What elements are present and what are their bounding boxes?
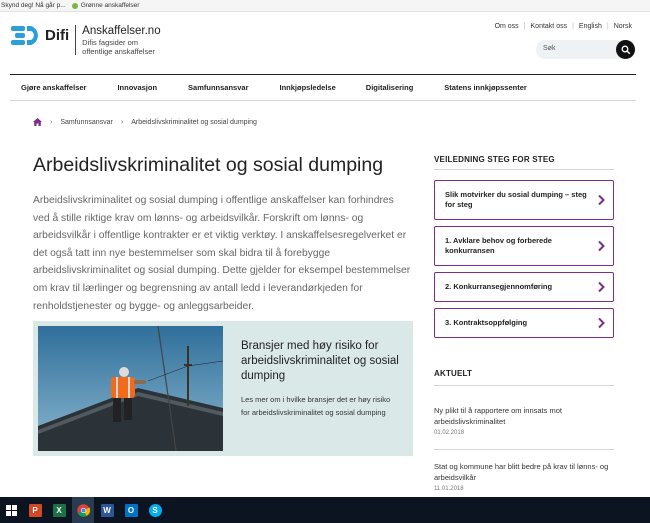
nav-innkjopsledelse[interactable]: Innkjøpsledelse [280,83,336,92]
site-identity: Anskaffelser.no Difis fagsider om offent… [82,25,160,56]
page-title: Arbeidslivskriminalitet og sosial dumpin… [33,154,384,176]
outlook-icon[interactable]: O [120,497,142,523]
brand-name: Difi [45,27,70,44]
logo-divider [75,25,77,55]
guide-step-overview[interactable]: Slik motvirker du sosial dumping – steg … [434,180,614,220]
breadcrumb-chevron-icon: › [50,118,53,126]
chevron-right-icon [598,194,605,206]
chevron-right-icon [598,317,605,329]
worker-on-roof-photo [38,326,223,451]
news-item[interactable]: Ny plikt til å rapportere om innsats mot… [434,405,614,436]
feature-card[interactable]: Bransjer med høy risiko for arbeidslivsk… [33,321,413,456]
feature-title[interactable]: Bransjer med høy risiko for arbeidslivsk… [241,339,401,384]
chrome-icon[interactable] [72,497,94,523]
skype-icon[interactable]: S [144,497,166,523]
powerpoint-icon[interactable]: P [24,497,46,523]
english-link[interactable]: English [579,23,602,30]
news-date: 11.01.2018 [434,486,464,492]
guide-step-3[interactable]: 3. Kontraktsoppfølging [434,308,614,338]
utility-links: Om oss | Kontakt oss | English | Norsk [495,23,632,30]
guide-steps: Slik motvirker du sosial dumping – steg … [434,180,614,344]
breadcrumb-current: Arbeidslivskriminalitet og sosial dumpin… [131,118,257,126]
bookmark-1-label[interactable]: Skynd deg! Nå går p... [1,2,66,9]
site-logo[interactable]: Difi Anskaffelser.no Difis fagsider om o… [11,25,161,56]
search-button[interactable] [616,40,635,59]
news-date: 01.02.2018 [434,430,465,436]
guide-step-label: 1. Avklare behov og forberede konkurrans… [445,236,552,255]
search-input[interactable]: Søk [543,45,555,52]
windows-start-icon[interactable] [0,497,22,523]
breadcrumb: › Samfunnsansvar › Arbeidslivskriminalit… [33,118,257,126]
excel-icon[interactable]: X [48,497,70,523]
breadcrumb-samfunnsansvar[interactable]: Samfunnsansvar [60,119,113,126]
tagline-line-1: Difis fagsider om [82,38,139,47]
bookmark-1[interactable]: Skynd deg! Nå går p... [1,2,66,9]
news-heading: AKTUELT [434,369,473,378]
guide-step-label: 3. Kontraktsoppfølging [445,318,528,327]
difi-logo-icon [11,26,38,45]
news-divider [434,449,614,450]
news-title[interactable]: Ny plikt til å rapportere om innsats mot… [434,405,614,427]
guide-step-label: 2. Konkurransegjennomføring [445,282,553,291]
nav-digitalisering[interactable]: Digitalisering [366,83,414,92]
chevron-right-icon [598,240,605,252]
leaf-favicon-icon [71,2,78,9]
news-item[interactable]: Stat og kommune har blitt bedre på krav … [434,461,614,492]
chevron-right-icon [598,281,605,293]
site-name: Anskaffelser.no [82,25,161,37]
guide-step-1[interactable]: 1. Avklare behov og forberede konkurrans… [434,226,614,266]
page-ingress: Arbeidslivskriminalitet og sosial dumpin… [33,195,411,312]
bookmarks-bar: Skynd deg! Nå går p... Grønne anskaffels… [0,0,650,12]
news-divider [434,385,614,386]
breadcrumb-chevron-icon: › [120,118,124,126]
nav-gjore-anskaffelser[interactable]: Gjøre anskaffelser [21,83,86,92]
search-icon [621,45,630,54]
word-icon[interactable]: W [96,497,118,523]
tagline-line-2: offentlige anskaffelser [82,47,155,56]
contact-link[interactable]: Kontakt oss [531,23,568,30]
windows-taskbar: P X W O S [0,497,650,523]
nav-innovasjon[interactable]: Innovasjon [117,83,157,92]
separator: | [606,23,609,30]
guide-step-label: Slik motvirker du sosial dumping – steg … [445,190,587,209]
bookmark-2[interactable]: Grønne anskaffelser [71,2,140,9]
norsk-link[interactable]: Norsk [614,23,632,30]
separator: | [572,23,574,30]
about-link[interactable]: Om oss [495,23,519,30]
feature-text: Les mer om i hvilke bransjer det er høy … [241,395,391,417]
nav-samfunnsansvar[interactable]: Samfunnsansvar [188,83,248,92]
nav-statens-innkjopssenter[interactable]: Statens innkjøpssenter [444,83,527,92]
guide-heading: VEILEDNING STEG FOR STEG [434,155,555,164]
news-title[interactable]: Stat og kommune har blitt bedre på krav … [434,461,614,483]
bookmark-2-label[interactable]: Grønne anskaffelser [81,2,140,9]
home-icon[interactable] [33,118,42,126]
search-box[interactable]: Søk [536,40,635,59]
separator: | [523,23,526,30]
main-navigation: Gjøre anskaffelser Innovasjon Samfunnsan… [10,74,636,101]
guide-divider [434,169,614,170]
guide-step-2[interactable]: 2. Konkurransegjennomføring [434,272,614,302]
